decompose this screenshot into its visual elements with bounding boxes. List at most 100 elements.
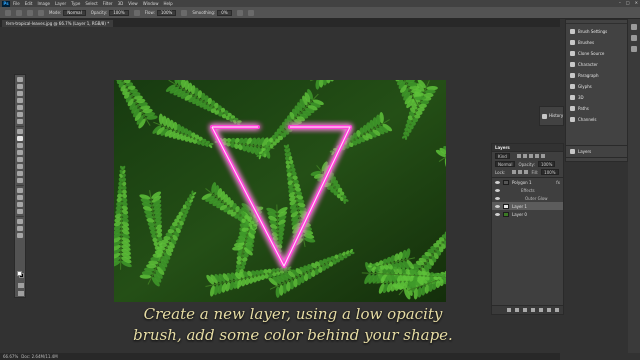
menu-layer[interactable]: Layer (55, 1, 66, 6)
maximize-icon[interactable]: □ (626, 0, 630, 5)
type-tool-icon[interactable] (17, 195, 23, 200)
brush-panel-icon[interactable] (38, 9, 44, 16)
menu-image[interactable]: Image (37, 1, 50, 6)
shape-filter-icon[interactable] (534, 154, 539, 158)
path-select-tool-icon[interactable] (17, 202, 23, 207)
brush-preset-icon[interactable] (16, 9, 22, 16)
zoom-level[interactable]: 66.67% (3, 354, 18, 359)
menu-edit[interactable]: Edit (25, 1, 33, 6)
layer-row-polygon-1[interactable]: Polygon 1 fx (492, 178, 563, 186)
menu-view[interactable]: View (128, 1, 138, 6)
smart-object-filter-icon[interactable] (540, 154, 545, 158)
pressure-size-icon[interactable] (247, 9, 254, 16)
layers-tab[interactable]: Layers (495, 145, 510, 150)
quick-select-tool-icon[interactable] (17, 98, 23, 103)
history-brush-tool-icon[interactable] (17, 150, 23, 155)
layer-row-effects[interactable]: Effects (492, 186, 563, 194)
dock-layers[interactable]: Layers (566, 146, 627, 157)
visibility-eye-icon[interactable] (495, 196, 500, 200)
brush-tool-icon[interactable] (17, 136, 23, 141)
libraries-icon[interactable] (631, 46, 637, 52)
layer-filter-select[interactable]: Kind (495, 153, 510, 159)
properties-icon[interactable] (631, 24, 637, 30)
dock-brush-settings[interactable]: Brush Settings (566, 26, 627, 37)
dock-brushes[interactable]: Brushes (566, 37, 627, 48)
eraser-tool-icon[interactable] (17, 157, 23, 162)
add-style-icon[interactable] (515, 308, 519, 312)
lasso-tool-icon[interactable] (17, 91, 23, 96)
pixel-filter-icon[interactable] (516, 154, 521, 158)
crop-tool-icon[interactable] (17, 105, 23, 110)
dodge-tool-icon[interactable] (17, 178, 23, 183)
edit-toolbar-icon[interactable] (17, 233, 23, 238)
visibility-eye-icon[interactable] (495, 188, 500, 192)
dock-3d[interactable]: 3D (566, 92, 627, 103)
document-canvas[interactable] (114, 80, 446, 302)
delete-layer-icon[interactable] (555, 308, 559, 312)
history-panel-button[interactable]: History (539, 106, 564, 126)
menu-help[interactable]: Help (163, 1, 172, 6)
document-tab[interactable]: fern-tropical-leaves.jpg @ 66.7% (Layer … (2, 20, 114, 27)
lock-pixels-icon[interactable] (512, 170, 517, 174)
blend-mode-select[interactable]: Normal (495, 161, 516, 167)
new-group-icon[interactable] (539, 308, 543, 312)
layers-dock-button[interactable]: Layers (565, 145, 628, 158)
hand-tool-icon[interactable] (17, 219, 23, 224)
flow-field[interactable]: 100% (156, 9, 177, 16)
frame-tool-icon[interactable] (17, 112, 23, 117)
layer-row-outer-glow[interactable]: Outer Glow (492, 194, 563, 202)
dock-paths[interactable]: Paths (566, 103, 627, 114)
dock-character[interactable]: Character (566, 59, 627, 70)
menu-filter[interactable]: Filter (103, 1, 113, 6)
dock-channels[interactable]: Channels (566, 114, 627, 125)
pressure-opacity-icon[interactable] (133, 9, 140, 16)
gradient-tool-icon[interactable] (17, 164, 23, 169)
brush-size-icon[interactable] (27, 9, 33, 16)
adjustment-filter-icon[interactable] (522, 154, 527, 158)
menu-select[interactable]: Select (85, 1, 97, 6)
foreground-color-swatch[interactable] (17, 271, 22, 276)
screen-mode-icon[interactable] (18, 291, 24, 296)
lock-position-icon[interactable] (518, 170, 523, 174)
close-icon[interactable]: ✕ (635, 0, 638, 5)
visibility-eye-icon[interactable] (495, 212, 500, 216)
adjustments-icon[interactable] (631, 35, 637, 41)
shape-tool-icon[interactable] (17, 209, 23, 214)
visibility-eye-icon[interactable] (495, 204, 500, 208)
clone-stamp-tool-icon[interactable] (17, 143, 23, 148)
smoothing-field[interactable]: 0% (217, 9, 232, 16)
opacity-field[interactable]: 100% (109, 9, 129, 16)
menu-file[interactable]: File (13, 1, 20, 6)
layer-row-layer-0[interactable]: Layer 0 (492, 210, 563, 218)
fx-icon[interactable]: fx (556, 180, 560, 185)
layer-opacity-field[interactable]: 100% (537, 161, 556, 167)
menu-type[interactable]: Type (71, 1, 80, 6)
minimize-icon[interactable]: – (619, 0, 621, 5)
smoothing-settings-icon[interactable] (236, 9, 243, 16)
new-layer-icon[interactable] (547, 308, 551, 312)
adjustment-layer-icon[interactable] (531, 308, 535, 312)
quick-mask-icon[interactable] (18, 283, 24, 288)
layer-row-layer-1[interactable]: Layer 1 (492, 202, 563, 210)
eyedropper-tool-icon[interactable] (17, 119, 23, 124)
lock-all-icon[interactable] (524, 170, 529, 174)
dock-paragraph[interactable]: Paragraph (566, 70, 627, 81)
dock-glyphs[interactable]: Glyphs (566, 81, 627, 92)
link-layers-icon[interactable] (507, 308, 511, 312)
blur-tool-icon[interactable] (17, 171, 23, 176)
marquee-tool-icon[interactable] (17, 84, 23, 89)
zoom-tool-icon[interactable] (17, 226, 23, 231)
type-filter-icon[interactable] (528, 154, 533, 158)
move-tool-icon[interactable] (17, 77, 23, 82)
visibility-eye-icon[interactable] (495, 180, 500, 184)
healing-brush-tool-icon[interactable] (17, 129, 23, 134)
pen-tool-icon[interactable] (17, 188, 23, 193)
home-icon[interactable] (5, 9, 11, 16)
menu-window[interactable]: Window (143, 1, 159, 6)
menu-3d[interactable]: 3D (118, 1, 124, 6)
dock-clone-source[interactable]: Clone Source (566, 48, 627, 59)
fill-field[interactable]: 100% (541, 169, 559, 175)
mode-select[interactable]: Normal (63, 9, 86, 16)
add-mask-icon[interactable] (523, 308, 527, 312)
airbrush-icon[interactable] (181, 9, 188, 16)
